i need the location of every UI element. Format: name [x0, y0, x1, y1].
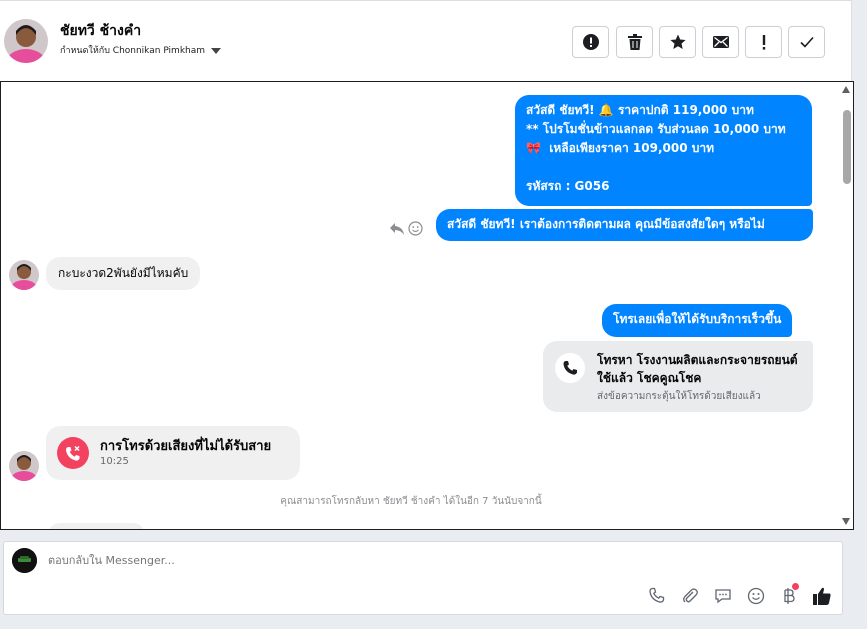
phone-icon[interactable]	[646, 585, 667, 606]
scrollbar[interactable]	[839, 82, 853, 529]
partial-message	[48, 523, 145, 529]
call-card-subtitle: ส่งข้อความกระตุ้นให้โทรด้วยเสียงแล้ว	[597, 391, 761, 402]
callback-notice: คุณสามารถโทรกลับหา ชัยทวี ช้างคำ ได้ในอี…	[280, 496, 542, 507]
missed-call-card[interactable]: การโทรด้วยเสียงที่ไม่ได้รับสาย 10:25	[46, 426, 300, 480]
trash-icon	[627, 34, 642, 50]
star-icon	[669, 34, 686, 49]
conversation-header: ชัยทวี ช้างคำ กำหนดให้กับ Chonnikan Pimk…	[0, 0, 852, 82]
page-avatar	[12, 548, 37, 573]
contact-avatar[interactable]	[4, 19, 48, 63]
composer-toolbar	[646, 583, 832, 606]
follow-up-button[interactable]	[745, 26, 782, 58]
exclamation-icon	[762, 34, 765, 50]
mark-unread-button[interactable]	[702, 26, 739, 58]
reply-input[interactable]	[48, 554, 648, 567]
missed-call-icon	[57, 437, 89, 469]
notification-dot	[792, 583, 799, 590]
outgoing-message[interactable]: สวัสดี ชัยทวี! เราต้องการติดตามผล คุณมีข…	[436, 209, 813, 241]
done-button[interactable]	[788, 26, 825, 58]
scroll-down-arrow[interactable]	[842, 518, 850, 525]
call-card-title: โทรหา โรงงานผลิตและกระจายรถยนต์ใช้แล้ว โ…	[597, 353, 798, 385]
contact-name[interactable]: ชัยทวี ช้างคำ	[60, 20, 141, 42]
phone-icon	[555, 353, 585, 383]
assignee-label: กำหนดให้กับ Chonnikan Pimkham	[60, 46, 206, 56]
exclamation-circle-icon	[582, 34, 599, 50]
missed-call-title: การโทรด้วยเสียงที่ไม่ได้รับสาย	[100, 439, 272, 454]
thumbs-up-icon[interactable]	[811, 585, 832, 606]
outgoing-message[interactable]: สวัสดี ชัยทวี! 🔔 ราคาปกติ 119,000 บาท **…	[515, 95, 812, 206]
emoji-icon[interactable]	[745, 585, 766, 606]
outgoing-message[interactable]: โทรเลยเพื่อให้ได้รับบริการเร็วขึ้น	[602, 304, 793, 337]
envelope-icon	[712, 36, 729, 48]
contact-avatar[interactable]	[9, 451, 39, 481]
scroll-thumb[interactable]	[843, 110, 851, 184]
incoming-message[interactable]: กะบะงวด2พันยังมีไหมคับ	[46, 257, 201, 290]
contact-avatar[interactable]	[9, 260, 39, 290]
delete-button[interactable]	[616, 26, 653, 58]
caret-down-icon	[211, 47, 222, 54]
emoji-react-icon[interactable]	[408, 221, 423, 236]
message-thread[interactable]: สวัสดี ชัยทวี! 🔔 ราคาปกติ 119,000 บาท **…	[0, 81, 854, 530]
scroll-up-arrow[interactable]	[842, 86, 850, 93]
baht-icon[interactable]	[778, 583, 799, 606]
reply-composer	[3, 541, 843, 615]
call-prompt-card[interactable]: โทรหา โรงงานผลิตและกระจายรถยนต์ใช้แล้ว โ…	[543, 341, 813, 412]
assignee-dropdown[interactable]: กำหนดให้กับ Chonnikan Pimkham	[60, 43, 222, 57]
report-button[interactable]	[572, 26, 609, 58]
check-icon	[799, 36, 814, 48]
speech-bubble-icon[interactable]	[712, 585, 733, 606]
star-button[interactable]	[659, 26, 696, 58]
missed-call-time: 10:25	[100, 456, 129, 467]
message-actions	[389, 221, 423, 236]
paperclip-icon[interactable]	[679, 585, 700, 606]
reply-icon[interactable]	[389, 222, 405, 236]
